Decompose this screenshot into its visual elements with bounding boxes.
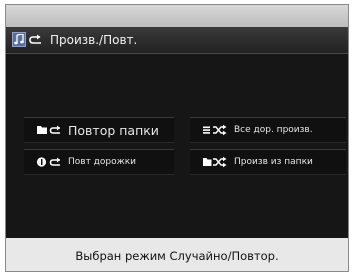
device-frame: Произв./Повт. Повтор папки Повт дорожки <box>5 4 349 272</box>
shuffle-folder-label: Произв из папки <box>234 157 313 167</box>
page-title: Произв./Повт. <box>50 33 138 47</box>
music-repeat-icon <box>12 31 44 48</box>
shuffle-folder-button[interactable]: Произв из папки <box>190 149 346 175</box>
repeat-arrow-icon <box>29 34 41 44</box>
shuffle-all-label: Все дор. произв. <box>234 125 313 135</box>
repeat-track-label: Повт дорожки <box>68 157 137 167</box>
title-bar: Произв./Повт. <box>6 27 348 54</box>
repeat-folder-label: Повтор папки <box>68 122 159 138</box>
folder-shuffle-icon <box>203 156 227 168</box>
status-caption: Выбран режим Случайно/Повтор. <box>6 238 348 271</box>
folder-repeat-icon <box>37 125 60 134</box>
shuffle-all-button[interactable]: Все дор. произв. <box>190 117 346 143</box>
track-repeat-icon <box>36 157 60 167</box>
repeat-folder-button[interactable]: Повтор папки <box>24 117 174 143</box>
music-note-icon <box>12 32 26 47</box>
bezel-top <box>6 5 348 27</box>
repeat-track-button[interactable]: Повт дорожки <box>24 149 174 175</box>
status-message: Выбран режим Случайно/Повтор. <box>75 248 279 263</box>
shuffle-all-icon <box>203 124 227 136</box>
display-screen: Произв./Повт. Повтор папки Повт дорожки <box>6 27 348 238</box>
